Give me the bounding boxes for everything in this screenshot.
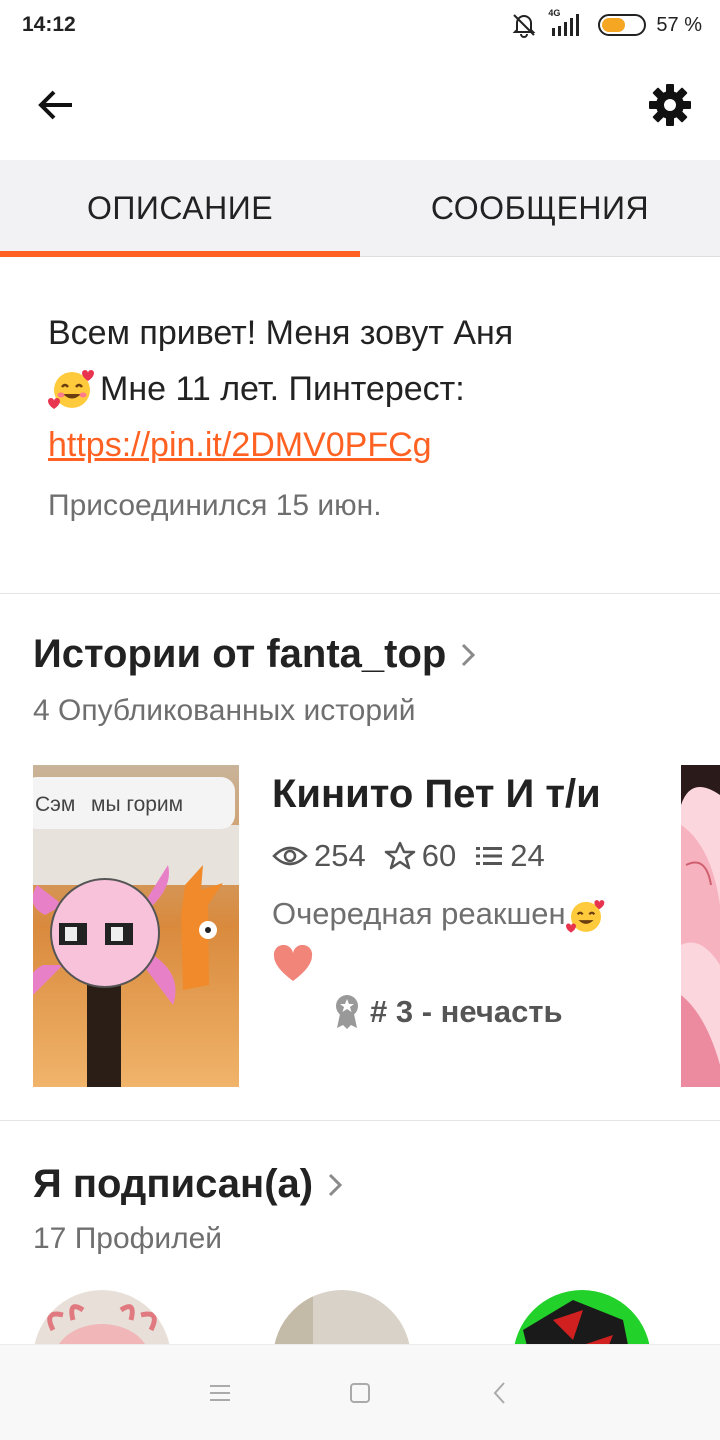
story-stats: 254 60 24 xyxy=(272,838,563,874)
battery-icon xyxy=(598,14,647,36)
chevron-right-icon xyxy=(462,643,476,666)
votes-stat: 60 xyxy=(384,838,456,874)
next-story-cover-image[interactable] xyxy=(681,765,720,1087)
profile-tabs: ОПИСАНИЕ СООБЩЕНИЯ xyxy=(0,160,720,257)
bio-line-1: Всем привет! Меня зовут Аня xyxy=(48,314,514,352)
story-rank-text: # 3 - нечасть xyxy=(370,994,563,1029)
top-toolbar xyxy=(0,50,720,160)
menu-icon xyxy=(210,1384,230,1401)
home-button[interactable] xyxy=(330,1363,390,1423)
heart-icon xyxy=(273,944,313,981)
votes-count: 60 xyxy=(421,838,457,873)
status-time: 14:12 xyxy=(22,13,76,36)
settings-button[interactable] xyxy=(648,83,692,127)
divider-1 xyxy=(0,593,720,594)
tab-description[interactable]: ОПИСАНИЕ xyxy=(0,160,360,257)
battery-level-fill xyxy=(602,18,626,32)
cover-caption-left: Сэм xyxy=(35,793,75,816)
stories-count: 4 Опубликованных историй xyxy=(33,694,416,727)
signal-icon: 4G xyxy=(548,8,588,38)
smiling-face-with-hearts-icon xyxy=(48,370,94,409)
battery-percent: 57 % xyxy=(656,13,702,36)
story-description: Очередная реакшен xyxy=(272,890,652,986)
divider-2 xyxy=(0,1120,720,1121)
back-button[interactable] xyxy=(34,83,78,127)
tab-messages[interactable]: СООБЩЕНИЯ xyxy=(360,160,720,256)
following-section-header[interactable]: Я подписан(а) xyxy=(33,1162,343,1207)
eye-icon xyxy=(272,846,308,866)
chevron-left-icon xyxy=(493,1381,505,1404)
pinterest-link[interactable]: https://pin.it/2DMV0PFCg xyxy=(48,417,678,473)
system-navigation-bar xyxy=(0,1344,720,1440)
following-count: 17 Профилей xyxy=(33,1222,223,1255)
parts-count: 24 xyxy=(510,838,545,873)
views-stat: 254 xyxy=(272,838,366,874)
bio-line-2: Мне 11 лет. Пинтерест: xyxy=(48,361,678,417)
square-icon xyxy=(350,1382,370,1403)
stories-section-title: Истории от fanta_top xyxy=(33,632,447,676)
star-icon xyxy=(384,841,415,870)
smiling-face-with-hearts-icon xyxy=(565,899,605,933)
stories-section-header[interactable]: Истории от fanta_top xyxy=(33,632,476,677)
gear-icon xyxy=(649,84,691,126)
ranking-ribbon-icon xyxy=(336,995,358,1029)
arrow-left-icon xyxy=(38,90,72,120)
story-description-text: Очередная реакшен xyxy=(272,896,566,931)
muted-bell-icon xyxy=(512,14,536,38)
chevron-right-icon xyxy=(329,1173,343,1196)
story-rank-badge[interactable]: # 3 - нечасть xyxy=(334,994,563,1030)
parts-stat: 24 xyxy=(474,838,545,874)
system-back-button[interactable] xyxy=(470,1363,530,1423)
joined-date: Присоединился 15 июн. xyxy=(48,489,382,522)
status-icons: 4G 57 % xyxy=(510,8,702,39)
story-title[interactable]: Кинито Пет И т/и xyxy=(272,772,601,817)
views-count: 254 xyxy=(314,838,366,873)
recent-apps-button[interactable] xyxy=(190,1363,250,1423)
following-section-title: Я подписан(а) xyxy=(33,1162,314,1206)
list-icon xyxy=(476,847,503,865)
cover-caption-right: мы горим xyxy=(91,793,183,816)
bio-line-2-text: Мне 11 лет. Пинтерест: xyxy=(100,370,465,408)
status-bar: 14:12 4G 57 % xyxy=(0,0,720,50)
profile-description: Всем привет! Меня зовут Аня Мне 11 лет. … xyxy=(48,305,678,527)
story-cover-image[interactable]: Сэм мы горим xyxy=(33,765,239,1087)
